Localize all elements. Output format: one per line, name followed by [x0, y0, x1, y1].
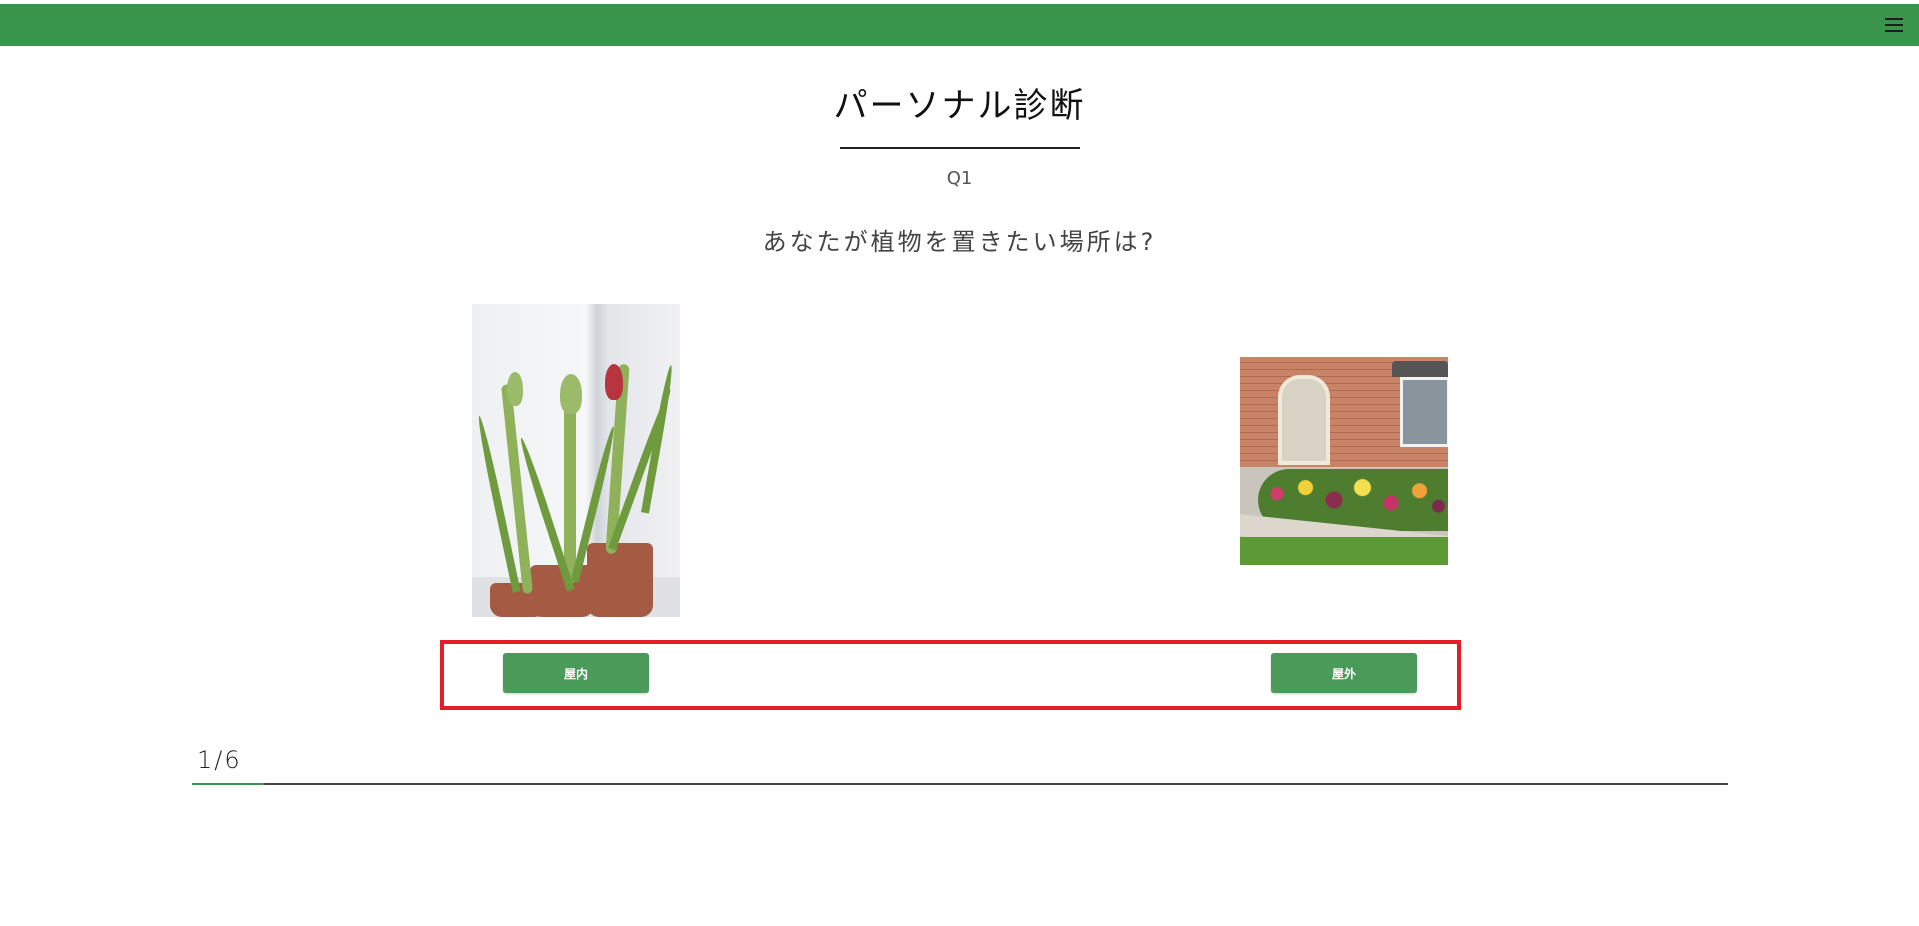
hamburger-menu-icon[interactable] [1885, 18, 1903, 32]
question-text: あなたが植物を置きたい場所は? [762, 228, 1157, 256]
indoor-choice-button[interactable]: 屋内 [503, 653, 649, 693]
progress-label: 1/6 [197, 746, 242, 774]
indoor-plants-image[interactable] [472, 304, 680, 617]
title-underline [840, 147, 1080, 149]
outdoor-choice-button[interactable]: 屋外 [1271, 653, 1417, 693]
outdoor-garden-image[interactable] [1240, 357, 1448, 565]
header-bar [0, 4, 1919, 46]
question-number: Q1 [946, 168, 973, 189]
progress-bar-fill [192, 783, 265, 785]
progress-bar [192, 783, 1728, 785]
page-title: パーソナル診断 [833, 86, 1086, 126]
